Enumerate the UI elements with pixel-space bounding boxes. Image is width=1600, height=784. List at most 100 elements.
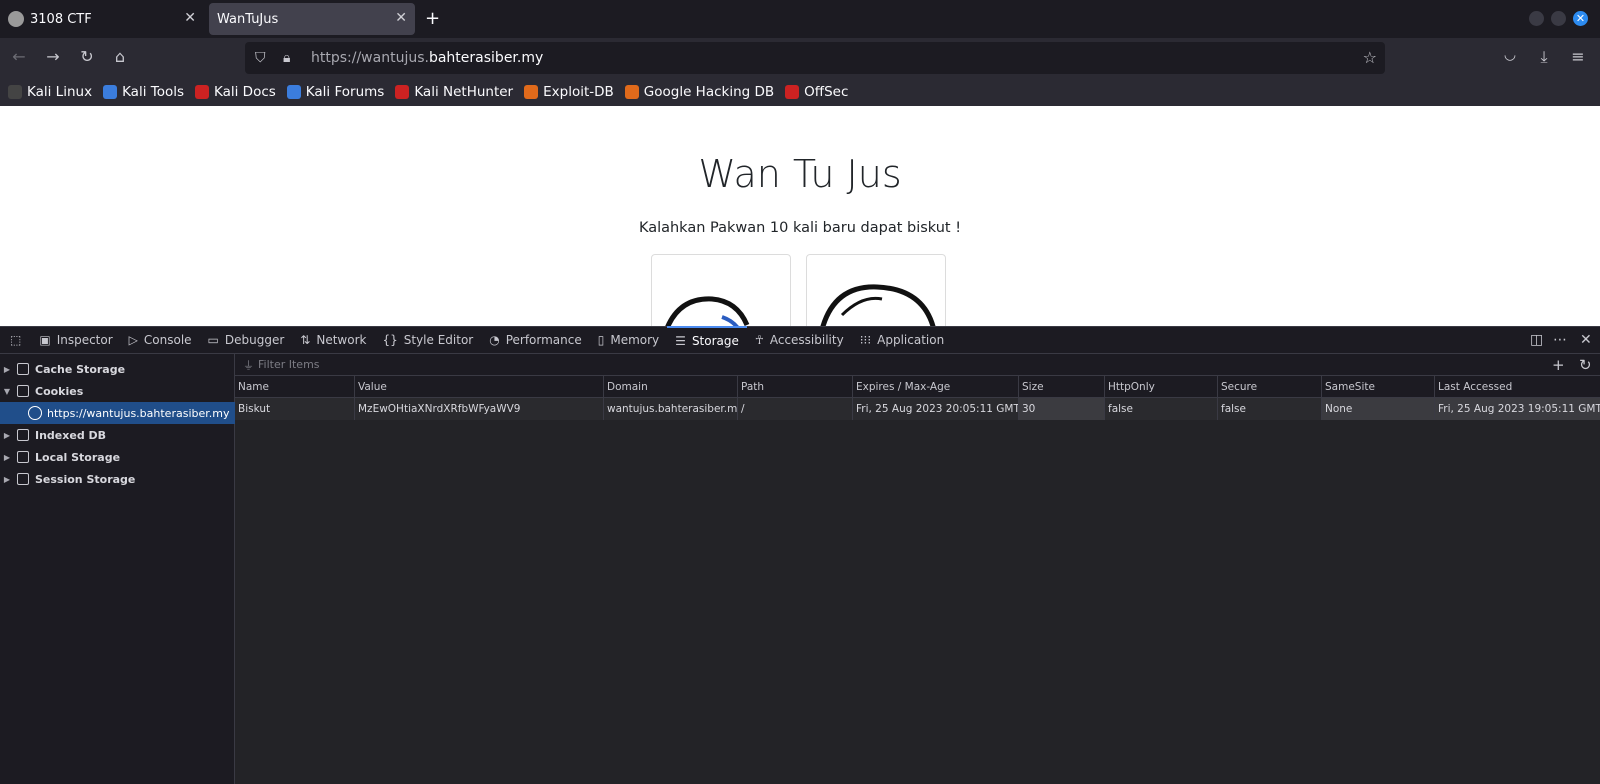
bookmark-exploit-db[interactable]: Exploit-DB xyxy=(524,84,614,100)
storage-icon xyxy=(17,363,29,375)
filter-items-input[interactable]: ⏚ Filter Items + ↻ xyxy=(235,354,1600,376)
globe-icon xyxy=(28,406,42,420)
tab-3108-ctf[interactable]: 3108 CTF ✕ xyxy=(0,3,204,35)
storage-sidebar: ▶ Cache Storage ▼ Cookies https://wantujus… xyxy=(0,354,235,784)
bookmark-kali-tools[interactable]: Kali Tools xyxy=(103,84,184,100)
element-picker-icon[interactable]: ⬚ xyxy=(0,326,31,354)
url-bar[interactable]: ⛉ 🔒︎ https://wantujus. bahterasiber.my ☆ xyxy=(245,42,1385,74)
sidebar-item-cookie-host[interactable]: https://wantujus.bahterasiber.my xyxy=(0,402,235,424)
pakwan-card-left[interactable] xyxy=(651,254,791,326)
cell-path: / xyxy=(737,398,852,420)
home-icon[interactable]: ⌂ xyxy=(109,47,131,66)
bookmark-star-icon[interactable]: ☆ xyxy=(1363,48,1377,67)
back-icon[interactable]: ← xyxy=(8,47,30,66)
devtools-tab-storage[interactable]: ☰ Storage xyxy=(667,326,747,354)
cell-samesite: None xyxy=(1321,398,1434,420)
bookmark-kali-linux[interactable]: Kali Linux xyxy=(8,84,92,100)
expand-arrow-icon[interactable]: ▶ xyxy=(1,453,13,462)
sidebar-item-local-storage[interactable]: ▶ Local Storage xyxy=(0,446,235,468)
column-header-httponly[interactable]: HttpOnly xyxy=(1104,376,1217,398)
tab-bar: 3108 CTF ✕ WanTuJus ✕ + ✕ xyxy=(0,0,1600,38)
tab-wantujus[interactable]: WanTuJus ✕ xyxy=(209,3,415,35)
devtools-tab-style-editor[interactable]: {} Style Editor xyxy=(374,326,481,354)
cell-expires: Fri, 25 Aug 2023 20:05:11 GMT xyxy=(852,398,1018,420)
devtools-tab-application[interactable]: ⁝⁝⁝ Application xyxy=(852,326,953,354)
collapse-arrow-icon[interactable]: ▼ xyxy=(1,387,13,396)
navigation-bar: ← → ↻ ⌂ ⛉ 🔒︎ https://wantujus. bahterasib… xyxy=(0,38,1600,78)
bookmark-kali-docs[interactable]: Kali Docs xyxy=(195,84,276,100)
column-header-domain[interactable]: Domain xyxy=(603,376,737,398)
bookmark-google-hacking-db[interactable]: Google Hacking DB xyxy=(624,84,774,100)
offsec-icon xyxy=(785,85,800,99)
pocket-icon[interactable]: ◡ xyxy=(1499,47,1521,63)
cell-domain: wantujus.bahterasiber.my xyxy=(603,398,737,420)
close-window-icon[interactable]: ✕ xyxy=(1573,11,1588,26)
cell-value: MzEwOHtiaXNrdXRfbWFyaWV9 xyxy=(354,398,603,420)
expand-arrow-icon[interactable]: ▶ xyxy=(1,365,13,374)
devtools-tab-console[interactable]: ▷ Console xyxy=(121,326,200,354)
dock-side-icon[interactable]: ◫ xyxy=(1530,332,1543,348)
column-header-value[interactable]: Value xyxy=(354,376,603,398)
close-tab-icon[interactable]: ✕ xyxy=(395,10,407,26)
kali-dragon-icon xyxy=(8,85,22,99)
performance-icon: ◔ xyxy=(489,333,500,347)
cell-name: Biskut xyxy=(238,403,271,415)
expand-arrow-icon[interactable]: ▶ xyxy=(1,431,13,440)
maximize-window-icon[interactable] xyxy=(1551,11,1566,26)
console-icon: ▷ xyxy=(128,333,138,347)
column-header-path[interactable]: Path xyxy=(737,376,852,398)
more-options-icon[interactable]: ⋯ xyxy=(1553,332,1567,348)
menu-icon[interactable]: ≡ xyxy=(1567,47,1589,66)
sidebar-item-cookies[interactable]: ▼ Cookies xyxy=(0,380,235,402)
refresh-items-icon[interactable]: ↻ xyxy=(1579,356,1592,374)
table-row[interactable]: Biskut MzEwOHtiaXNrdXRfbWFyaWV9 wantujus… xyxy=(235,398,1600,420)
cell-size: 30 xyxy=(1018,398,1104,420)
column-header-expires[interactable]: Expires / Max-Age xyxy=(852,376,1018,398)
debugger-icon: ▭ xyxy=(207,333,219,347)
bookmark-offsec[interactable]: OffSec xyxy=(785,84,848,100)
url-prefix: https://wantujus. xyxy=(311,50,429,66)
kali-forums-icon xyxy=(286,85,301,99)
column-header-name[interactable]: Name xyxy=(235,376,354,398)
shield-icon[interactable]: ⛉ xyxy=(255,50,273,66)
minimize-window-icon[interactable] xyxy=(1529,11,1544,26)
sidebar-item-cache-storage[interactable]: ▶ Cache Storage xyxy=(0,358,235,380)
expand-arrow-icon[interactable]: ▶ xyxy=(1,475,13,484)
add-item-icon[interactable]: + xyxy=(1552,356,1565,374)
tab-title: 3108 CTF xyxy=(30,11,92,27)
devtools-tab-memory[interactable]: ▯ Memory xyxy=(590,326,667,354)
storage-icon: ☰ xyxy=(675,334,686,348)
accessibility-icon: ☥ xyxy=(754,333,764,347)
bookmark-kali-nethunter[interactable]: Kali NetHunter xyxy=(395,84,513,100)
url-domain: bahterasiber.my xyxy=(428,50,544,66)
devtools-tab-performance[interactable]: ◔ Performance xyxy=(481,326,590,354)
new-tab-icon[interactable]: + xyxy=(425,8,440,29)
page-subtitle: Kalahkan Pakwan 10 kali baru dapat bisku… xyxy=(638,220,962,236)
pakwan-face-image xyxy=(820,284,936,326)
storage-icon xyxy=(17,473,29,485)
devtools-toolbar: ⬚ ▣ Inspector ▷ Console ▭ Debugger ⇅ Network… xyxy=(0,326,1600,354)
pakwan-card-right[interactable] xyxy=(806,254,946,326)
exploit-db-icon xyxy=(524,85,539,99)
column-header-last-accessed[interactable]: Last Accessed xyxy=(1434,376,1600,398)
cell-last-accessed: Fri, 25 Aug 2023 19:05:11 GMT xyxy=(1434,398,1600,420)
bookmark-kali-forums[interactable]: Kali Forums xyxy=(286,84,384,100)
inspector-icon: ▣ xyxy=(39,333,51,347)
column-header-secure[interactable]: Secure xyxy=(1217,376,1321,398)
pakwan-face-image xyxy=(665,296,750,326)
lock-icon[interactable]: 🔒︎ xyxy=(283,50,301,66)
downloads-icon[interactable]: ⤓ xyxy=(1533,47,1555,67)
reload-icon[interactable]: ↻ xyxy=(76,47,98,66)
forward-icon[interactable]: → xyxy=(42,47,64,66)
column-header-samesite[interactable]: SameSite xyxy=(1321,376,1434,398)
devtools-tab-network[interactable]: ⇅ Network xyxy=(292,326,374,354)
devtools-tab-accessibility[interactable]: ☥ Accessibility xyxy=(747,326,852,354)
close-tab-icon[interactable]: ✕ xyxy=(184,10,196,26)
sidebar-item-indexed-db[interactable]: ▶ Indexed DB xyxy=(0,424,235,446)
devtools-tab-inspector[interactable]: ▣ Inspector xyxy=(31,326,120,354)
ctf-favicon-icon xyxy=(8,11,24,27)
close-devtools-icon[interactable]: ✕ xyxy=(1580,332,1592,348)
devtools-tab-debugger[interactable]: ▭ Debugger xyxy=(200,326,293,354)
sidebar-item-session-storage[interactable]: ▶ Session Storage xyxy=(0,468,235,490)
column-header-size[interactable]: Size xyxy=(1018,376,1104,398)
